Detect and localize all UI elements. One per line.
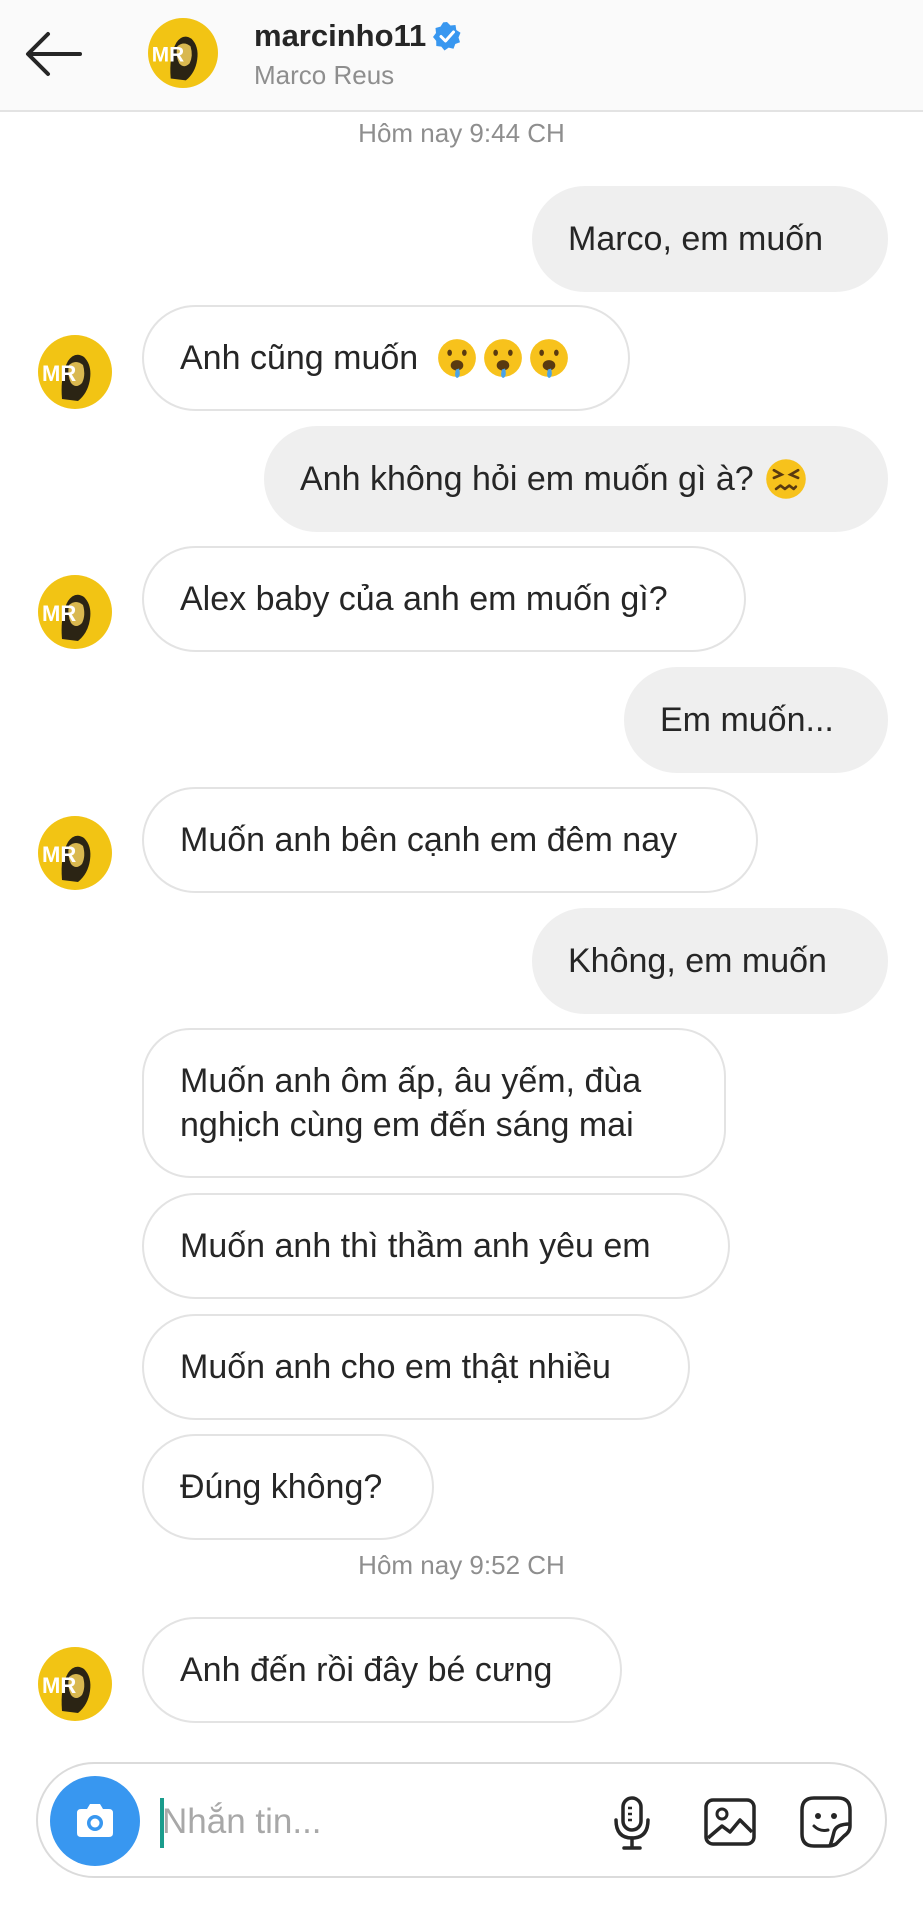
incoming-message[interactable]: Muốn anh thì thầm anh yêu em — [142, 1193, 730, 1299]
incoming-message[interactable]: Anh cũng muốn — [142, 305, 630, 411]
incoming-message[interactable]: Đúng không? — [142, 1434, 434, 1540]
header-avatar[interactable]: MR — [148, 18, 218, 88]
microphone-icon[interactable] — [602, 1792, 662, 1852]
camera-button[interactable] — [50, 1776, 140, 1866]
gallery-icon[interactable] — [700, 1792, 760, 1852]
sticker-icon[interactable] — [796, 1792, 856, 1852]
svg-text:MR: MR — [152, 44, 184, 67]
incoming-message[interactable]: Muốn anh ôm ấp, âu yếm, đùa nghịch cùng … — [142, 1028, 726, 1178]
message-text: Anh không hỏi em muốn gì à? — [300, 460, 754, 498]
text-cursor — [160, 1798, 164, 1848]
sender-avatar[interactable] — [38, 816, 112, 890]
sender-avatar[interactable] — [38, 575, 112, 649]
timestamp: Hôm nay 9:52 CH — [358, 1550, 565, 1580]
outgoing-message[interactable]: Không, em muốn — [532, 908, 888, 1014]
sender-avatar[interactable] — [38, 1647, 112, 1721]
camera-icon — [77, 1804, 113, 1837]
incoming-message[interactable]: Anh đến rồi đây bé cưng — [142, 1617, 622, 1723]
username-text: marcinho11 — [254, 18, 427, 53]
chat-header: MR marcinho11 Marco Reus — [0, 0, 923, 112]
incoming-message[interactable]: Alex baby của anh em muốn gì? — [142, 546, 746, 652]
drooling-face-icon — [482, 337, 524, 379]
header-username[interactable]: marcinho11 — [254, 18, 462, 54]
header-full-name: Marco Reus — [254, 60, 395, 90]
timestamp: Hôm nay 9:44 CH — [358, 118, 565, 148]
message-composer — [36, 1762, 887, 1878]
back-arrow-icon[interactable] — [22, 22, 86, 86]
outgoing-message[interactable]: Anh không hỏi em muốn gì à? — [264, 426, 888, 532]
incoming-message[interactable]: Muốn anh bên cạnh em đêm nay — [142, 787, 758, 893]
confounded-face-icon — [764, 457, 808, 501]
drooling-face-icon — [436, 337, 478, 379]
message-text: Anh cũng muốn — [180, 339, 419, 377]
outgoing-message[interactable]: Marco, em muốn — [532, 186, 888, 292]
sender-avatar[interactable] — [38, 335, 112, 409]
incoming-message[interactable]: Muốn anh cho em thật nhiều — [142, 1314, 690, 1420]
message-input[interactable] — [160, 1786, 624, 1858]
verified-badge-icon — [433, 22, 461, 51]
drooling-face-icon — [528, 337, 570, 379]
outgoing-message[interactable]: Em muốn... — [624, 667, 888, 773]
